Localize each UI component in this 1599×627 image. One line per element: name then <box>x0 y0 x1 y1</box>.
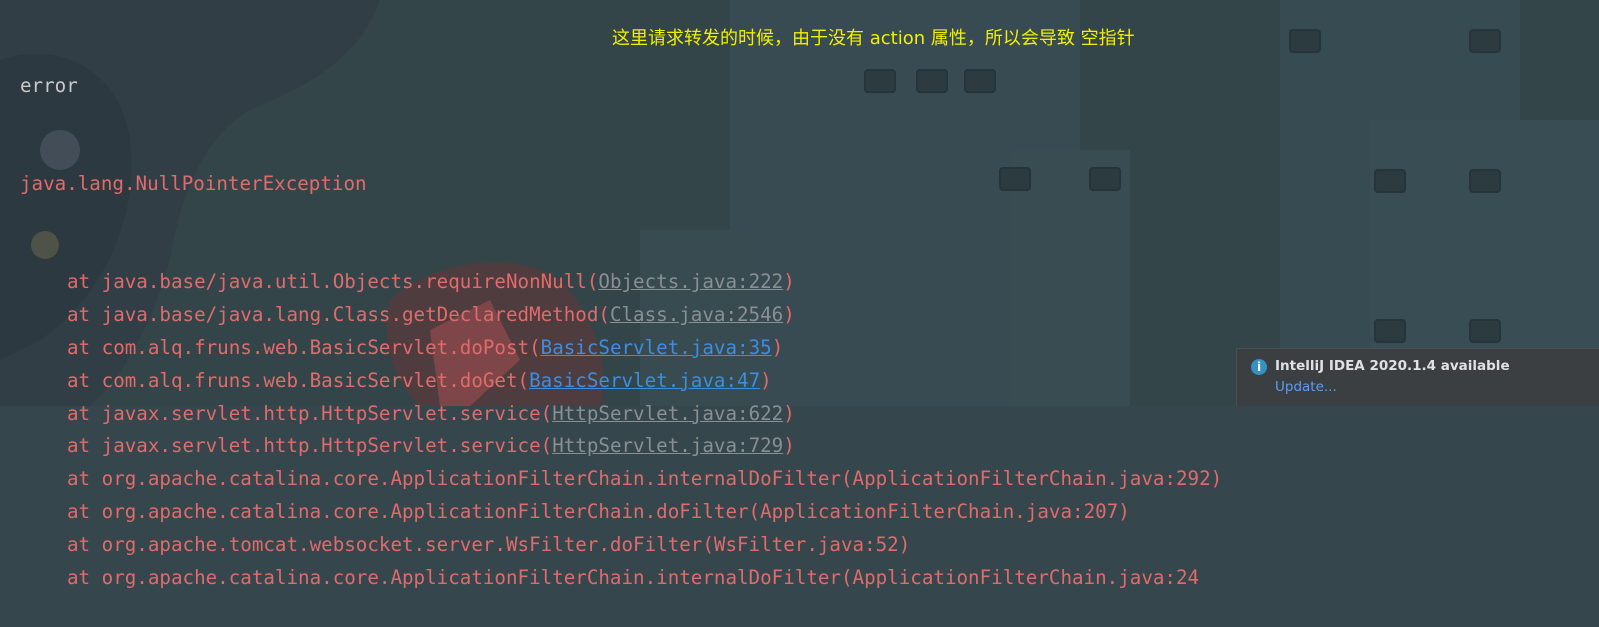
stack-frame-method: at org.apache.catalina.core.ApplicationF… <box>67 467 853 491</box>
stack-frame-method: at java.base/java.util.Objects.requireNo… <box>67 270 599 294</box>
stack-frame-method: at java.base/java.lang.Class.getDeclared… <box>67 303 610 327</box>
info-icon: i <box>1251 359 1267 375</box>
stack-frame-method: at javax.servlet.http.HttpServlet.servic… <box>67 434 553 458</box>
update-link[interactable]: Update... <box>1275 379 1337 395</box>
stack-frame-close: ) <box>783 303 795 327</box>
stack-frame: at org.apache.catalina.core.ApplicationF… <box>20 496 1580 529</box>
stack-trace: at java.base/java.util.Objects.requireNo… <box>20 266 1580 594</box>
stack-frame-close: ) <box>783 434 795 458</box>
stack-frame-method: at javax.servlet.http.HttpServlet.servic… <box>67 401 553 425</box>
source-link[interactable]: Class.java:2546 <box>610 303 783 326</box>
source-link: ApplicationFilterChain.java:292 <box>852 467 1211 491</box>
console-error-label: error <box>20 73 78 97</box>
source-link[interactable]: BasicServlet.java:35 <box>541 336 772 359</box>
source-link: ApplicationFilterChain.java:24 <box>852 565 1200 589</box>
stack-frame-close: ) <box>760 368 772 392</box>
annotation-note: 这里请求转发的时候，由于没有 action 属性，所以会导致 空指针 <box>612 28 1135 49</box>
stack-frame: at java.base/java.util.Objects.requireNo… <box>20 266 1580 299</box>
stack-frame-close: ) <box>783 401 795 425</box>
source-link: WsFilter.java:52 <box>713 532 899 556</box>
stack-frame-close: ) <box>1210 467 1223 491</box>
update-notification[interactable]: i IntelliJ IDEA 2020.1.4 available Updat… <box>1236 348 1599 406</box>
stack-frame-method: at org.apache.tomcat.websocket.server.Ws… <box>67 532 714 556</box>
source-link[interactable]: HttpServlet.java:622 <box>552 402 783 425</box>
stack-frame-method: at org.apache.catalina.core.ApplicationF… <box>67 565 853 589</box>
stack-frame-close: ) <box>1118 499 1130 523</box>
console-output: error java.lang.NullPointerException at … <box>20 4 1580 627</box>
stack-frame: at javax.servlet.http.HttpServlet.servic… <box>20 430 1580 463</box>
source-link[interactable]: BasicServlet.java:47 <box>529 369 760 392</box>
stack-frame-close: ) <box>771 335 784 359</box>
stack-frame-method: at com.alq.fruns.web.BasicServlet.doPost… <box>67 335 541 359</box>
stack-frame: at java.base/java.lang.Class.getDeclared… <box>20 299 1580 332</box>
stack-frame-method: at com.alq.fruns.web.BasicServlet.doGet( <box>67 368 530 392</box>
stack-frame-method: at org.apache.catalina.core.ApplicationF… <box>67 499 761 523</box>
exception-name: java.lang.NullPointerException <box>20 171 367 195</box>
stack-frame-close: ) <box>898 532 911 556</box>
stack-frame: at org.apache.catalina.core.ApplicationF… <box>20 562 1580 595</box>
source-link[interactable]: HttpServlet.java:729 <box>552 434 783 457</box>
stack-frame: at org.apache.catalina.core.ApplicationF… <box>20 463 1580 496</box>
notification-title: IntelliJ IDEA 2020.1.4 available <box>1275 358 1510 374</box>
stack-frame: at org.apache.tomcat.websocket.server.Ws… <box>20 529 1580 562</box>
source-link[interactable]: Objects.java:222 <box>598 270 783 293</box>
source-link: ApplicationFilterChain.java:207 <box>760 499 1119 523</box>
stack-frame-close: ) <box>783 270 795 294</box>
